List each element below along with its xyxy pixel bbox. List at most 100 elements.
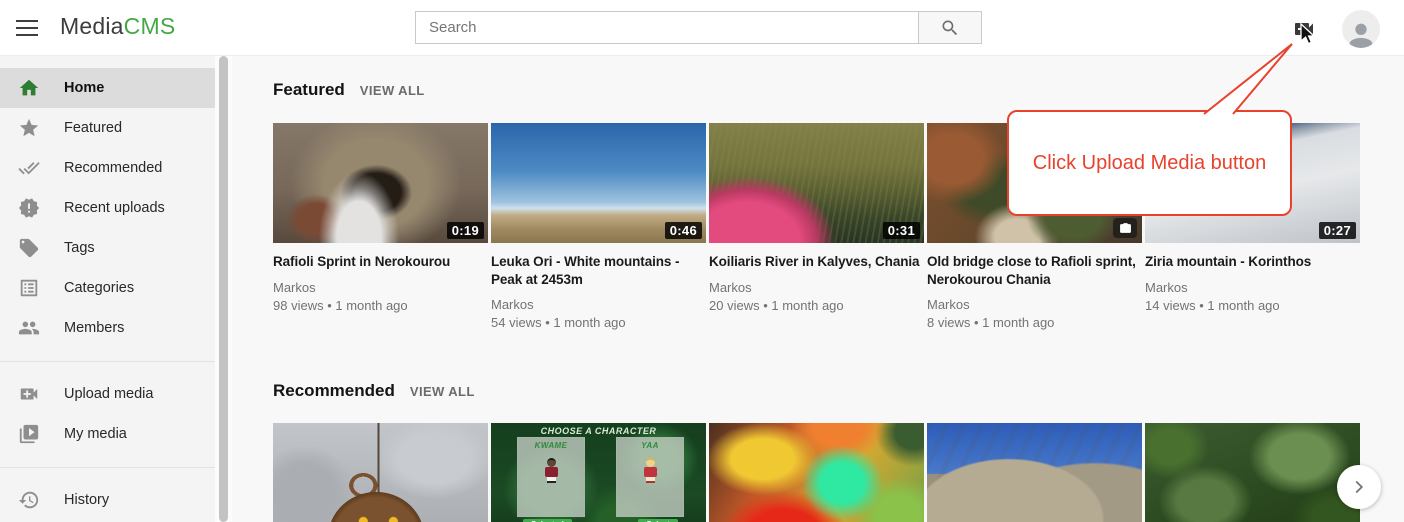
video-thumbnail[interactable]: [273, 423, 488, 522]
sidebar-item-label: Featured: [64, 120, 122, 136]
video-card: 0:46 Leuka Ori - White mountains - Peak …: [491, 123, 706, 332]
annotation-text: Click Upload Media button: [1033, 152, 1266, 175]
video-thumbnail[interactable]: [1145, 423, 1360, 522]
video-author[interactable]: Markos: [709, 279, 924, 297]
chevron-right-icon: [1348, 476, 1370, 498]
sidebar-item-label: Recommended: [64, 160, 162, 176]
video-title[interactable]: Ziria mountain - Korinthos: [1145, 253, 1360, 271]
sidebar-item-my-media[interactable]: My media: [0, 414, 215, 454]
recommended-cards-row: CHOOSE A CHARACTER KWAME YAA Selected Se…: [273, 423, 1360, 522]
history-icon: [18, 489, 40, 511]
video-meta: 8 views • 1 month ago: [927, 314, 1142, 332]
person-icon: [1344, 15, 1378, 48]
featured-section-header: Featured VIEW ALL: [273, 80, 425, 100]
game-character-name: KWAME: [518, 441, 584, 450]
video-card: [927, 423, 1142, 522]
video-meta: 98 views • 1 month ago: [273, 297, 488, 315]
sidebar-item-categories[interactable]: Categories: [0, 268, 215, 308]
sidebar-item-label: My media: [64, 426, 127, 442]
logo-text-media: Media: [60, 13, 124, 39]
video-title[interactable]: Old bridge close to Rafioli sprint, Nero…: [927, 253, 1142, 288]
video-meta: 14 views • 1 month ago: [1145, 297, 1360, 315]
sidebar-item-members[interactable]: Members: [0, 308, 215, 348]
video-thumbnail[interactable]: CHOOSE A CHARACTER KWAME YAA Selected Se…: [491, 423, 706, 522]
video-thumbnail[interactable]: [709, 423, 924, 522]
sidebar-item-label: Recent uploads: [64, 200, 165, 216]
sidebar-scrollbar-track: [215, 56, 232, 522]
sidebar-divider: [0, 467, 215, 468]
game-character-kwame: [544, 458, 559, 488]
video-title[interactable]: Koiliaris River in Kalyves, Chania: [709, 253, 924, 271]
sidebar-item-home[interactable]: Home: [0, 68, 215, 108]
sidebar-item-recent-uploads[interactable]: Recent uploads: [0, 188, 215, 228]
video-author[interactable]: Markos: [491, 296, 706, 314]
duration-badge: 0:19: [447, 222, 484, 239]
logo-text-cms: CMS: [124, 13, 176, 39]
video-call-icon: [18, 383, 40, 405]
recommended-section-header: Recommended VIEW ALL: [273, 381, 475, 401]
section-title-recommended: Recommended: [273, 381, 395, 401]
search-input[interactable]: [416, 12, 918, 43]
list-alt-icon: [18, 277, 40, 299]
video-card: [709, 423, 924, 522]
sidebar-item-history[interactable]: History: [0, 480, 215, 520]
video-card: 0:31 Koiliaris River in Kalyves, Chania …: [709, 123, 924, 332]
user-avatar[interactable]: [1342, 10, 1380, 48]
sidebar-item-label: Upload media: [64, 386, 153, 402]
video-thumbnail[interactable]: [927, 423, 1142, 522]
star-icon: [18, 117, 40, 139]
game-character-panel: KWAME: [517, 437, 585, 517]
video-card: CHOOSE A CHARACTER KWAME YAA Selected Se…: [491, 423, 706, 522]
duration-badge: 0:46: [665, 222, 702, 239]
new-releases-icon: [18, 197, 40, 219]
search-bar: [415, 11, 982, 44]
duration-badge: 0:31: [883, 222, 920, 239]
game-thumbnail-title: CHOOSE A CHARACTER: [491, 426, 706, 436]
sidebar-divider: [0, 361, 215, 362]
hamburger-menu-icon[interactable]: [16, 20, 38, 36]
upload-media-button[interactable]: [1292, 17, 1316, 41]
annotation-callout: Click Upload Media button: [1007, 110, 1292, 216]
search-button[interactable]: [918, 12, 981, 43]
video-author[interactable]: Markos: [927, 296, 1142, 314]
video-library-icon: [18, 423, 40, 445]
mediacms-logo[interactable]: MediaCMS: [60, 13, 175, 40]
sidebar-item-label: Home: [64, 80, 104, 96]
carousel-next-button[interactable]: [1337, 465, 1381, 509]
people-icon: [18, 317, 40, 339]
video-author[interactable]: Markos: [273, 279, 488, 297]
video-card: [273, 423, 488, 522]
video-thumbnail[interactable]: 0:19: [273, 123, 488, 243]
sidebar-item-upload-media[interactable]: Upload media: [0, 374, 215, 414]
video-thumbnail[interactable]: 0:46: [491, 123, 706, 243]
featured-view-all-link[interactable]: VIEW ALL: [360, 83, 425, 98]
search-icon: [940, 18, 960, 38]
video-title[interactable]: Leuka Ori - White mountains - Peak at 24…: [491, 253, 706, 288]
sidebar-item-label: Members: [64, 320, 124, 336]
camera-icon: [1119, 222, 1132, 235]
video-meta: 54 views • 1 month ago: [491, 314, 706, 332]
sidebar-item-label: History: [64, 492, 109, 508]
tag-icon: [18, 237, 40, 259]
sidebar-item-label: Tags: [64, 240, 95, 256]
video-title[interactable]: Rafioli Sprint in Nerokourou: [273, 253, 488, 271]
sidebar-item-recommended[interactable]: Recommended: [0, 148, 215, 188]
sidebar-item-featured[interactable]: Featured: [0, 108, 215, 148]
sidebar-scrollbar-thumb[interactable]: [219, 56, 228, 522]
recommended-view-all-link[interactable]: VIEW ALL: [410, 384, 475, 399]
video-call-icon: [1292, 17, 1316, 41]
video-author[interactable]: Markos: [1145, 279, 1360, 297]
video-thumbnail[interactable]: 0:31: [709, 123, 924, 243]
game-character-yaa: [643, 458, 658, 488]
sidebar: Home Featured Recommended Recent uploads…: [0, 56, 215, 522]
sidebar-item-label: Categories: [64, 280, 134, 296]
video-card: [1145, 423, 1360, 522]
video-meta: 20 views • 1 month ago: [709, 297, 924, 315]
duration-badge: 0:27: [1319, 222, 1356, 239]
game-character-panel: YAA: [616, 437, 684, 517]
section-title-featured: Featured: [273, 80, 345, 100]
top-bar: MediaCMS: [0, 0, 1404, 56]
game-character-name: YAA: [617, 441, 683, 450]
sidebar-item-tags[interactable]: Tags: [0, 228, 215, 268]
double-check-icon: [18, 157, 40, 179]
